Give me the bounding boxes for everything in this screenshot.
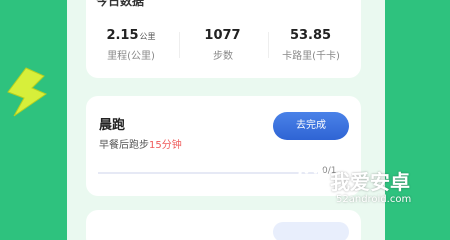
stat-distance: 2.15公里 里程(公里) — [86, 24, 176, 62]
go-complete-button[interactable]: 去完成 — [273, 112, 349, 140]
watermark-url: 52android.com — [336, 194, 412, 205]
task-description: 早餐后跑步15分钟 — [99, 136, 182, 151]
stat-distance-value: 2.15 — [106, 28, 139, 43]
stat-steps-value: 1077 — [204, 28, 241, 43]
stat-calories: 53.85 卡路里(千卡) — [266, 24, 356, 62]
today-stats-card: 今日数据 2.15公里 里程(公里) 1077 步数 53.85 卡路里(千卡) — [86, 0, 361, 78]
stat-distance-unit: 公里 — [139, 32, 156, 41]
today-stats-title: 今日数据 — [96, 0, 145, 8]
stat-calories-label: 卡路里(千卡) — [282, 51, 340, 62]
android-logo-icon — [298, 158, 324, 194]
task-duration-highlight: 15分钟 — [149, 140, 182, 151]
watermark-brand: 我爱安卓 — [330, 170, 410, 194]
task-progress-bar — [98, 172, 318, 174]
stat-steps: 1077 步数 — [178, 24, 268, 62]
task-card-next — [86, 210, 361, 240]
next-task-button[interactable] — [273, 222, 349, 240]
stat-distance-label: 里程(公里) — [107, 51, 155, 62]
task-description-text: 早餐后跑步 — [99, 140, 149, 151]
stat-calories-value: 53.85 — [289, 28, 332, 43]
lightning-bolt-icon — [7, 67, 48, 117]
task-title: 晨跑 — [99, 118, 126, 133]
stat-steps-label: 步数 — [213, 51, 233, 62]
